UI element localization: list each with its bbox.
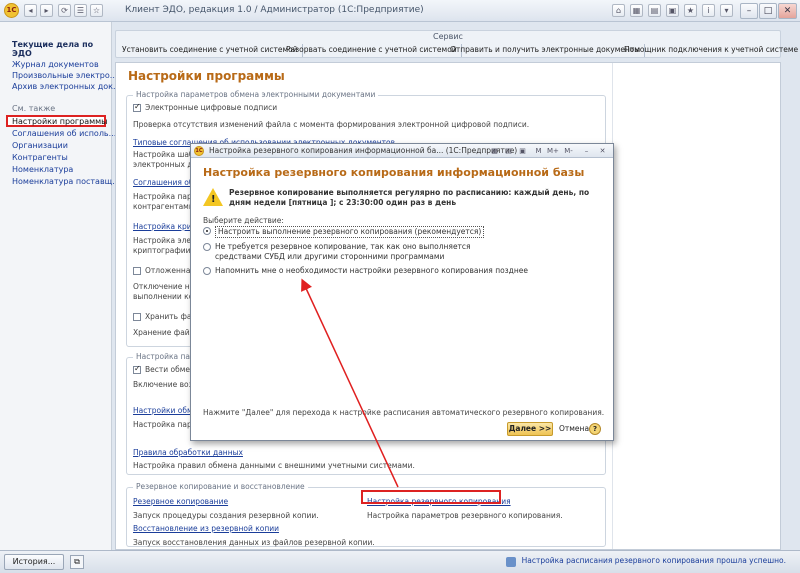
exchange-params-group-title: Настройка параметров обмена электронными… [133,90,379,99]
dialog-heading: Настройка резервного копирования информа… [203,166,585,179]
schedule-warning: Резервное копирование выполняется регуля… [229,188,590,207]
forward-icon[interactable]: ▸ [40,4,53,17]
nav-documents-journal[interactable]: Журнал документов [12,60,99,69]
backup-group-title: Резервное копирование и восстановление [133,482,308,491]
help-button[interactable]: ? [589,423,601,435]
agreements-desc-2: контрагентами. [133,202,197,211]
backup-settings-highlight-box [361,490,501,504]
signatures-desc: Проверка отсутствия изменений файла с мо… [133,120,530,129]
radio-remind-later[interactable] [203,267,211,275]
info-icon[interactable]: i [702,4,715,17]
window-titlebar: 1С ◂ ▸ ⟳ ☰ ☆ Клиент ЭДО, редакция 1.0 / … [0,0,800,22]
restore-link[interactable]: Восстановление из резервной копии [133,524,279,533]
minimize-button[interactable]: – [740,3,758,19]
next-button[interactable]: Далее >> [507,422,553,436]
restore-desc: Запуск восстановления данных из файлов р… [133,538,375,547]
left-panel-title: Текущие дела по ЭДО [12,40,94,58]
send-receive-button[interactable]: Отправить и получить электронные докумен… [446,44,646,57]
nav-archive[interactable]: Архив электронных док... [12,82,121,91]
deferred-checkbox[interactable] [133,267,141,275]
radio-configure-backup[interactable] [203,227,211,235]
back-icon[interactable]: ◂ [24,4,37,17]
dialog-logo-icon: 1С [194,146,204,156]
backup-desc: Запуск процедуры создания резервной копи… [133,511,319,520]
backup-link[interactable]: Резервное копирование [133,497,228,506]
cancel-button[interactable]: Отмена [559,424,589,433]
dialog-titlebar: 1С Настройка резервного копирования инфо… [191,144,613,158]
print-icon[interactable]: ▣ [666,4,679,17]
nav-nomenclature[interactable]: Номенклатура [12,165,73,174]
left-panel: Текущие дела по ЭДО Журнал документов Пр… [0,22,121,550]
signatures-label: Электронные цифровые подписи [145,103,278,112]
nav-contractors[interactable]: Контрагенты [12,153,68,162]
store-files-checkbox[interactable] [133,313,141,321]
dialog-m-icon[interactable]: M [533,146,544,156]
window-title: Клиент ЭДО, редакция 1.0 / Администратор… [125,5,424,15]
backup-dialog: 1С Настройка резервного копирования инфо… [190,143,614,441]
nav-supplier-nomenclature[interactable]: Номенклатура поставщ... [12,177,120,186]
status-bar: История... ⧉ Настройка расписания резерв… [0,550,800,573]
dialog-mminus-icon[interactable]: M- [563,146,574,156]
windows-icon[interactable]: ⧉ [70,555,84,569]
warning-mark-icon: ! [211,194,216,205]
option-remind-later[interactable]: Напомнить мне о необходимости настройки … [215,266,528,276]
connection-wizard-button[interactable]: Помощник подключения к учетной системе [620,44,800,57]
dialog-calendar-icon[interactable]: ▦ [489,146,500,156]
menu-icon[interactable]: ▾ [720,4,733,17]
maximize-button[interactable]: □ [759,3,777,19]
disconnect-button[interactable]: Разорвать соединение с учетной системой [282,44,462,57]
history-button[interactable]: История... [4,554,64,570]
history-icon[interactable]: ☰ [74,4,87,17]
service-panel: Сервис Установить соединение с учетной с… [115,30,798,58]
page-title: Настройки программы [128,69,285,83]
see-also-label: См. также [12,104,56,113]
refresh-icon[interactable]: ⟳ [58,4,71,17]
processing-rules-desc: Настройка правил обмена данными с внешни… [133,461,415,470]
star-icon[interactable]: ★ [684,4,697,17]
calculator-icon[interactable]: ▤ [648,4,661,17]
dialog-grid-icon[interactable]: ▣ [517,146,528,156]
radio-no-backup[interactable] [203,243,211,251]
app-logo-icon[interactable]: 1С [4,3,19,18]
backup-settings-desc: Настройка параметров резервного копирова… [367,511,563,520]
service-title: Сервис [433,32,463,41]
close-button[interactable]: ✕ [778,3,797,19]
exchange-label: Вести обмен [145,365,195,374]
dialog-calc-icon[interactable]: ▤ [503,146,514,156]
dialog-title: Настройка резервного копирования информа… [209,146,518,155]
status-message[interactable]: Настройка расписания резервного копирова… [522,556,786,565]
dialog-close-icon[interactable]: ✕ [597,146,608,156]
dialog-note: Нажмите "Далее" для перехода к настройке… [203,408,605,417]
dialog-mplus-icon[interactable]: M+ [547,146,559,156]
calendar-icon[interactable]: ▦ [630,4,643,17]
status-info-icon [506,557,516,567]
connect-button[interactable]: Установить соединение с учетной системой [118,44,303,57]
option-configure-backup[interactable]: Настроить выполнение резервного копирова… [215,226,485,238]
dialog-minimize-icon[interactable]: – [581,146,592,156]
nav-organizations[interactable]: Организации [12,141,68,150]
choose-action-label: Выберите действие: [203,216,284,225]
exchange-checkbox[interactable] [133,364,141,374]
nav-arbitrary-documents[interactable]: Произвольные электро... [12,71,117,80]
processing-rules-link[interactable]: Правила обработки данных [133,448,243,457]
nav-agreements[interactable]: Соглашения об исполь... [12,129,116,138]
option-no-backup[interactable]: Не требуется резервное копирование, так … [215,242,505,262]
nav-program-settings[interactable]: Настройки программы [12,117,108,126]
signatures-checkbox[interactable] [133,102,141,112]
home-icon[interactable]: ⌂ [612,4,625,17]
favorites-icon[interactable]: ☆ [90,4,103,17]
